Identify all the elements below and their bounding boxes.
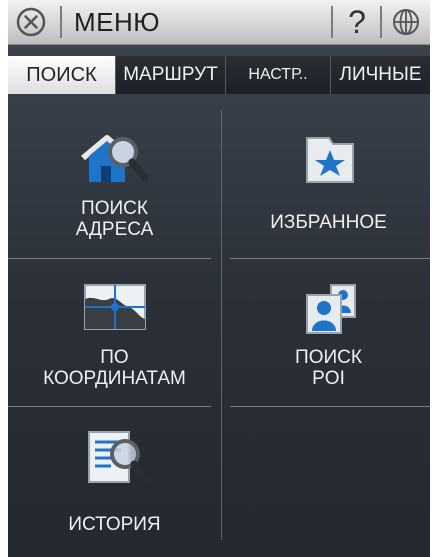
coordinates-button[interactable]: ПО КООРДИНАТАМ bbox=[8, 259, 221, 407]
tab-personal[interactable]: ЛИЧНЫЕ bbox=[331, 56, 430, 94]
address-search-label: ПОИСК АДРЕСА bbox=[75, 198, 154, 240]
close-button[interactable] bbox=[12, 3, 50, 41]
help-icon: ? bbox=[348, 4, 366, 40]
globe-icon bbox=[393, 9, 419, 35]
favorites-label: ИЗБРАННОЕ bbox=[270, 212, 387, 233]
coordinates-label: ПО КООРДИНАТАМ bbox=[43, 347, 186, 389]
address-search-button[interactable]: ПОИСК АДРЕСА bbox=[8, 110, 221, 258]
tab-settings[interactable]: НАСТР.. bbox=[226, 56, 331, 94]
history-label: ИСТОРИЯ bbox=[68, 514, 161, 535]
favorites-button[interactable]: ИЗБРАННОЕ bbox=[222, 110, 430, 258]
title-separator bbox=[60, 6, 62, 38]
house-magnifier-icon bbox=[75, 128, 155, 190]
globe-separator bbox=[380, 6, 382, 38]
title-bar: МЕНЮ ? bbox=[8, 0, 430, 45]
tab-bar: ПОИСК МАРШРУТ НАСТР.. ЛИЧНЫЕ bbox=[8, 56, 430, 94]
globe-button[interactable] bbox=[387, 3, 425, 41]
star-folder-icon bbox=[289, 128, 369, 190]
navigator-screen: МЕНЮ ? ПОИСК МАРШРУТ НАСТР.. ЛИЧНЫЕ ПОИС… bbox=[8, 0, 430, 557]
poi-search-label: ПОИСК POI bbox=[295, 347, 362, 389]
help-button[interactable]: ? bbox=[338, 3, 376, 41]
page-title: МЕНЮ bbox=[74, 7, 161, 37]
poi-search-button[interactable]: ПОИСК POI bbox=[222, 259, 430, 407]
list-magnifier-icon bbox=[75, 426, 155, 488]
history-button[interactable]: ИСТОРИЯ bbox=[8, 408, 221, 556]
close-circle-icon bbox=[16, 7, 46, 37]
tab-search[interactable]: ПОИСК bbox=[8, 56, 116, 94]
help-separator bbox=[331, 6, 333, 38]
map-crosshair-icon bbox=[75, 277, 155, 339]
poi-people-icon bbox=[289, 277, 369, 339]
tab-route[interactable]: МАРШРУТ bbox=[116, 56, 226, 94]
menu-grid: ПОИСК АДРЕСА ИЗБРАННОЕ ПО КООРДИНАТАМ ПО… bbox=[8, 110, 430, 557]
